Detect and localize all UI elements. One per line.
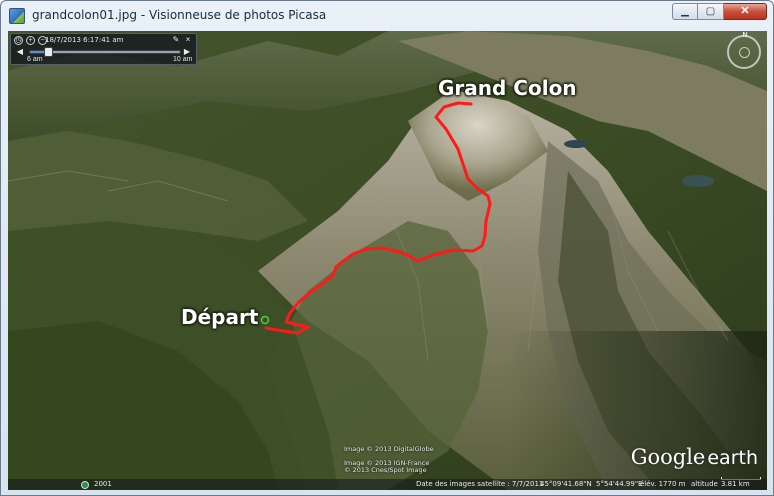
imagery-credit: Image © 2013 DigitalGlobe bbox=[344, 445, 434, 453]
status-year: 2001 bbox=[94, 480, 112, 488]
satellite-terrain-image bbox=[8, 31, 767, 490]
time-slider-end-label: 10 am bbox=[173, 56, 193, 63]
imagery-credit: © 2013 Cnes/Spot Image bbox=[344, 466, 427, 474]
picasa-window: grandcolon01.jpg - Visionneuse de photos… bbox=[0, 0, 774, 496]
google-earth-logo: Google earth bbox=[631, 445, 758, 469]
time-slider-widget[interactable]: ◷ + − 18/7/2013 6:17:41 am ✎ × ◀ ▶ 6 am … bbox=[10, 33, 197, 65]
time-widget-tools: ✎ × bbox=[172, 36, 192, 44]
zoom-in-icon[interactable]: + bbox=[26, 36, 35, 45]
window-title: grandcolon01.jpg - Visionneuse de photos… bbox=[32, 8, 327, 22]
time-slider-start-label: 6 am bbox=[27, 56, 43, 63]
wrench-icon[interactable]: ✎ bbox=[172, 36, 180, 44]
status-imagery-date: Date des images satellite : 7/7/2011 bbox=[416, 480, 544, 488]
close-small-icon[interactable]: × bbox=[184, 36, 192, 44]
clock-icon[interactable]: ◷ bbox=[14, 36, 23, 45]
photo-viewport[interactable]: ◷ + − 18/7/2013 6:17:41 am ✎ × ◀ ▶ 6 am … bbox=[8, 31, 767, 490]
start-label: Départ bbox=[181, 305, 259, 329]
play-icon[interactable]: ◀ bbox=[15, 47, 25, 57]
time-slider-thumb[interactable] bbox=[44, 47, 53, 57]
status-elevation: élév. 1770 m bbox=[640, 480, 686, 488]
google-logo-text: Google bbox=[630, 445, 706, 469]
close-button[interactable]: ✕ bbox=[724, 3, 767, 20]
peak-label: Grand Colon bbox=[438, 76, 577, 100]
historical-imagery-icon[interactable] bbox=[81, 481, 89, 489]
picasa-app-icon bbox=[9, 8, 25, 24]
time-slider-timestamp: 18/7/2013 6:17:41 am bbox=[45, 36, 124, 44]
title-bar[interactable]: grandcolon01.jpg - Visionneuse de photos… bbox=[1, 1, 773, 31]
time-slider-track[interactable] bbox=[29, 47, 181, 57]
compass-icon[interactable]: N bbox=[727, 32, 761, 69]
minimize-button[interactable]: ▁ bbox=[672, 3, 698, 20]
window-controls: ▁ ▢ ✕ bbox=[672, 3, 767, 20]
status-altitude-value: 3.81 km bbox=[721, 480, 750, 488]
status-altitude-label: altitude bbox=[691, 480, 718, 488]
status-longitude: 5°54'44.99"E bbox=[596, 480, 643, 488]
time-widget-icons: ◷ + − bbox=[14, 36, 47, 45]
status-bar: 2001 Date des images satellite : 7/7/201… bbox=[8, 479, 767, 490]
status-latitude: 45°09'41.68"N bbox=[540, 480, 592, 488]
earth-logo-text: earth bbox=[707, 447, 758, 469]
maximize-button[interactable]: ▢ bbox=[698, 3, 724, 20]
look-control-icon[interactable] bbox=[739, 47, 750, 58]
compass-north-label: N bbox=[742, 32, 748, 39]
